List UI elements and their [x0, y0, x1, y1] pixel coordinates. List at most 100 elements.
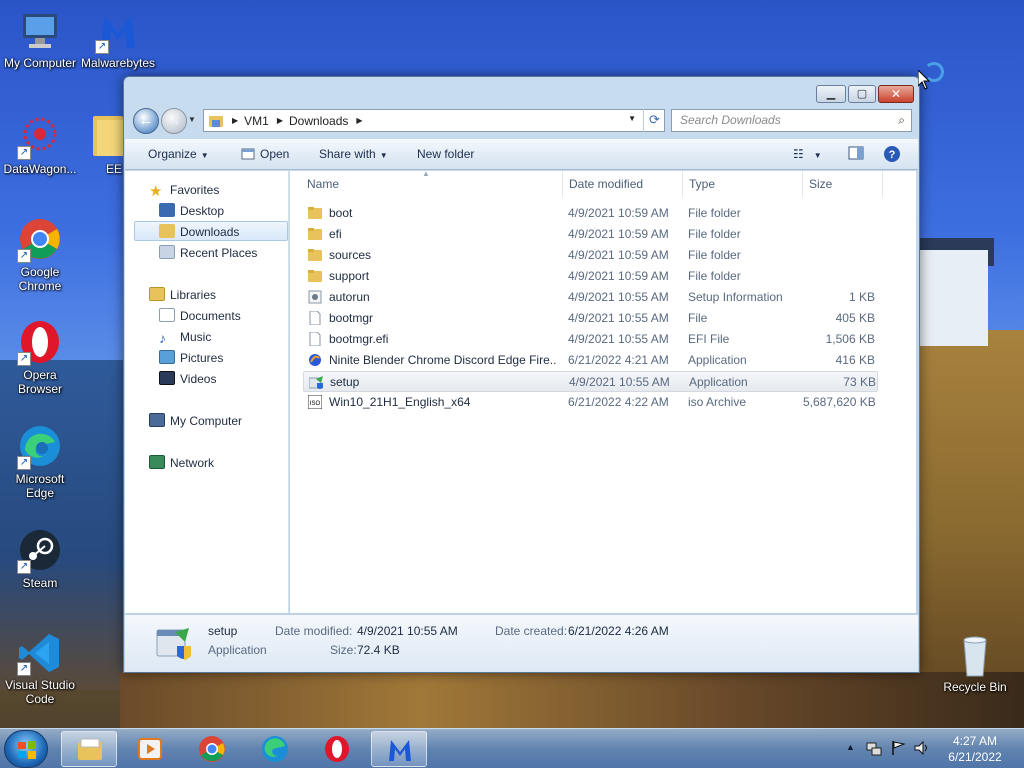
maximize-button[interactable]: ▢	[848, 85, 876, 103]
nav-libraries[interactable]: Libraries	[149, 285, 216, 305]
back-button[interactable]: ←	[133, 108, 159, 134]
recent-places-icon	[159, 245, 175, 259]
taskbar-clock[interactable]: 4:27 AM 6/21/2022	[942, 733, 1008, 765]
nav-label: Favorites	[170, 183, 220, 197]
column-header-date-modified[interactable]: Date modified	[563, 171, 683, 197]
file-row[interactable]: ISO Win10_21H1_English_x64 6/21/2022 4:22 …	[303, 392, 878, 413]
shortcut-arrow-icon: ↗	[95, 40, 109, 54]
datawagon-icon: ↗	[17, 114, 63, 160]
file-row[interactable]: autorun 4/9/2021 10:55 AM Setup Informatio…	[303, 287, 878, 308]
explorer-window[interactable]: ▁ ▢ ✕ ← → ▼ ▶ VM1 ▶ Downloads ▶ ▼ ⟳ Sear…	[123, 76, 920, 673]
nav-music[interactable]: ♪ Music	[159, 327, 211, 347]
desktop-icon-vscode[interactable]: ↗ Visual Studio Code	[0, 630, 80, 706]
desktop-icon-opera[interactable]: ↗ Opera Browser	[0, 320, 80, 396]
column-header-size[interactable]: Size	[803, 171, 883, 197]
taskbar-explorer[interactable]	[61, 731, 117, 767]
view-icon: ☷	[793, 147, 804, 161]
forward-button[interactable]: →	[161, 108, 187, 134]
back-arrow-icon: ←	[138, 112, 154, 129]
nav-recent-places[interactable]: Recent Places	[159, 243, 257, 263]
minimize-button[interactable]: ▁	[816, 85, 846, 103]
pictures-icon	[159, 350, 175, 364]
search-input[interactable]: Search Downloads ⌕	[671, 109, 912, 132]
file-type: File folder	[688, 227, 741, 241]
chrome-icon	[199, 736, 225, 762]
address-history-dropdown[interactable]: ▼	[628, 114, 636, 123]
view-options-button[interactable]: ☷ ▼	[793, 147, 822, 161]
file-icon	[309, 332, 321, 346]
file-name: bootmgr.efi	[329, 332, 389, 346]
taskbar-opera[interactable]	[309, 731, 365, 767]
preview-pane-button[interactable]	[848, 145, 864, 164]
help-button[interactable]: ?	[883, 145, 901, 166]
breadcrumb-downloads[interactable]: Downloads	[289, 114, 348, 128]
explorer-folder-icon	[78, 738, 102, 760]
desktop-icon-label: Steam	[22, 576, 58, 590]
file-type: iso Archive	[688, 395, 747, 409]
desktop-icon-malwarebytes[interactable]: ↗ Malwarebytes	[78, 8, 158, 70]
file-size: 1 KB	[848, 290, 875, 304]
taskbar-edge[interactable]	[247, 731, 303, 767]
file-row[interactable]: sources 4/9/2021 10:59 AM File folder	[303, 245, 878, 266]
nav-videos[interactable]: Videos	[159, 369, 216, 389]
network-tray-icon[interactable]	[866, 741, 882, 757]
file-row[interactable]: bootmgr 4/9/2021 10:55 AM File 405 KB	[303, 308, 878, 329]
desktop-icon-steam[interactable]: ↗ Steam	[0, 528, 80, 590]
documents-icon	[159, 308, 175, 322]
file-row[interactable]: efi 4/9/2021 10:59 AM File folder	[303, 224, 878, 245]
setup-info-icon	[308, 290, 322, 304]
file-row[interactable]: support 4/9/2021 10:59 AM File folder	[303, 266, 878, 287]
column-header-name[interactable]: ▲ Name	[301, 169, 563, 197]
file-name: Ninite Blender Chrome Discord Edge Fire.…	[329, 353, 557, 367]
nav-my-computer[interactable]: My Computer	[149, 411, 242, 431]
column-header-type[interactable]: Type	[683, 171, 803, 197]
nav-label: Documents	[180, 309, 241, 323]
nav-desktop[interactable]: Desktop	[159, 201, 224, 221]
nav-pictures[interactable]: Pictures	[159, 348, 223, 368]
close-button[interactable]: ✕	[878, 85, 914, 103]
desktop-icon-ee[interactable]: EE	[76, 114, 124, 176]
nav-favorites[interactable]: ★ Favorites	[149, 180, 219, 200]
desktop-icon-datawagon[interactable]: ↗ DataWagon...	[0, 114, 80, 176]
desktop-icon-chrome[interactable]: ↗ Google Chrome	[0, 217, 80, 293]
file-row[interactable]: bootmgr.efi 4/9/2021 10:55 AM EFI File 1,50…	[303, 329, 878, 350]
videos-icon	[159, 371, 175, 385]
desktop-icon-edge[interactable]: ↗ Microsoft Edge	[0, 424, 80, 500]
new-folder-button[interactable]: New folder	[417, 147, 474, 161]
breadcrumb-vm1[interactable]: VM1	[244, 114, 269, 128]
recent-pages-dropdown[interactable]: ▼	[188, 115, 196, 124]
file-name: setup	[330, 375, 360, 389]
desktop-icon-recycle-bin[interactable]: Recycle Bin	[935, 632, 1015, 694]
refresh-button[interactable]: ⟳	[643, 109, 665, 132]
file-row[interactable]: setup 4/9/2021 10:55 AM Application 73 KB	[303, 371, 878, 392]
desktop-icon-label: Recycle Bin	[943, 680, 1007, 694]
nav-network[interactable]: Network	[149, 453, 214, 473]
file-size: 405 KB	[835, 311, 875, 325]
tray-expand-button[interactable]: ▲	[846, 742, 855, 752]
open-button[interactable]: Open	[241, 147, 289, 161]
nav-label: My Computer	[170, 414, 243, 428]
taskbar-chrome[interactable]	[184, 731, 240, 767]
steam-icon: ↗	[17, 528, 63, 574]
volume-icon[interactable]	[913, 740, 931, 756]
action-center-flag-icon[interactable]	[890, 740, 906, 756]
sort-arrow-icon: ▲	[422, 169, 430, 178]
share-with-button[interactable]: Share with ▼	[319, 147, 388, 161]
media-player-icon	[138, 738, 162, 760]
taskbar-media-player[interactable]	[122, 731, 178, 767]
desktop-icon-my-computer[interactable]: My Computer	[0, 8, 80, 70]
desktop-icon-label: Google Chrome	[18, 265, 62, 293]
nav-documents[interactable]: Documents	[159, 306, 241, 326]
file-row[interactable]: boot 4/9/2021 10:59 AM File folder	[303, 203, 878, 224]
wallpaper-house	[918, 250, 988, 346]
edge-icon	[262, 736, 288, 762]
address-bar[interactable]: ▶ VM1 ▶ Downloads ▶ ▼	[203, 109, 665, 132]
nav-downloads[interactable]: Downloads	[134, 221, 288, 241]
folder-icon	[308, 270, 322, 282]
desktop-icon-label: My Computer	[3, 56, 77, 70]
organize-button[interactable]: Organize ▼	[148, 147, 209, 161]
file-row[interactable]: Ninite Blender Chrome Discord Edge Fire.…	[303, 350, 878, 371]
taskbar-malwarebytes[interactable]	[371, 731, 427, 767]
folder-icon	[209, 115, 223, 127]
start-button[interactable]	[4, 730, 48, 768]
